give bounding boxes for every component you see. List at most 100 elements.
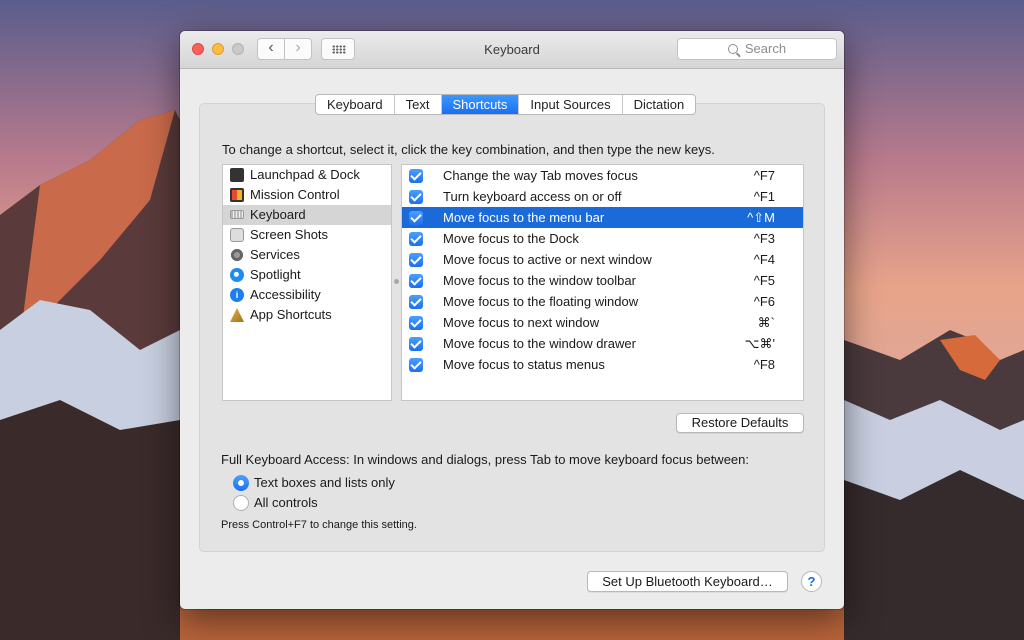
forward-button[interactable]: › bbox=[284, 38, 312, 60]
category-spotlight[interactable]: Spotlight bbox=[223, 265, 391, 285]
shortcut-label: Move focus to the window toolbar bbox=[443, 273, 636, 288]
category-mission-control[interactable]: Mission Control bbox=[223, 185, 391, 205]
tab-bar: Keyboard Text Shortcuts Input Sources Di… bbox=[315, 94, 697, 115]
shortcut-keys[interactable]: ^F8 bbox=[754, 354, 775, 375]
shortcut-keys[interactable]: ^F6 bbox=[754, 291, 775, 312]
shortcut-checkbox[interactable] bbox=[409, 358, 423, 372]
radio-label: Text boxes and lists only bbox=[254, 475, 395, 490]
shortcut-keys[interactable]: ^⇧M bbox=[747, 207, 775, 228]
category-list[interactable]: Launchpad & Dock Mission Control Keyboar… bbox=[222, 164, 392, 401]
shortcut-checkbox[interactable] bbox=[409, 316, 423, 330]
shortcut-row[interactable]: Move focus to status menus ^F8 bbox=[402, 354, 803, 375]
shortcut-checkbox[interactable] bbox=[409, 190, 423, 204]
close-button[interactable] bbox=[192, 43, 204, 55]
title-bar: ‹ › Keyboard Search bbox=[180, 31, 844, 69]
category-keyboard[interactable]: Keyboard bbox=[223, 205, 391, 225]
app-shortcuts-icon bbox=[230, 308, 244, 322]
shortcut-label: Move focus to active or next window bbox=[443, 252, 652, 267]
shortcut-keys[interactable]: ⌥⌘' bbox=[745, 333, 775, 354]
shortcut-keys[interactable]: ^F1 bbox=[754, 186, 775, 207]
shortcut-checkbox[interactable] bbox=[409, 295, 423, 309]
shortcut-row[interactable]: Move focus to the window toolbar ^F5 bbox=[402, 270, 803, 291]
shortcut-label: Move focus to next window bbox=[443, 315, 600, 330]
tab-text[interactable]: Text bbox=[393, 95, 441, 114]
tab-dictation[interactable]: Dictation bbox=[621, 95, 696, 114]
zoom-button[interactable] bbox=[232, 43, 244, 55]
category-launchpad-dock[interactable]: Launchpad & Dock bbox=[223, 165, 391, 185]
tab-input-sources[interactable]: Input Sources bbox=[518, 95, 621, 114]
shortcut-label: Move focus to the menu bar bbox=[443, 210, 605, 225]
shortcut-checkbox[interactable] bbox=[409, 274, 423, 288]
shortcut-row[interactable]: Turn keyboard access on or off ^F1 bbox=[402, 186, 803, 207]
keyboard-preferences-window: ‹ › Keyboard Search Keyboard Text Shortc… bbox=[180, 31, 844, 609]
keyboard-icon bbox=[230, 210, 244, 219]
category-label: Keyboard bbox=[250, 207, 306, 222]
help-button[interactable]: ? bbox=[801, 571, 822, 592]
category-accessibility[interactable]: i Accessibility bbox=[223, 285, 391, 305]
shortcut-row[interactable]: Move focus to next window ⌘` bbox=[402, 312, 803, 333]
grid-icon bbox=[332, 45, 346, 54]
tab-keyboard[interactable]: Keyboard bbox=[316, 95, 394, 114]
screenshot-icon bbox=[230, 228, 244, 242]
hint-text: Press Control+F7 to change this setting. bbox=[221, 519, 417, 531]
shortcut-checkbox[interactable] bbox=[409, 337, 423, 351]
radio-button[interactable] bbox=[233, 495, 249, 511]
shortcut-row[interactable]: Move focus to the floating window ^F6 bbox=[402, 291, 803, 312]
shortcut-keys[interactable]: ^F5 bbox=[754, 270, 775, 291]
shortcut-label: Move focus to status menus bbox=[443, 357, 605, 372]
shortcut-row[interactable]: Change the way Tab moves focus ^F7 bbox=[402, 165, 803, 186]
mission-control-icon bbox=[230, 188, 244, 202]
launchpad-icon bbox=[230, 168, 244, 182]
question-icon: ? bbox=[807, 574, 816, 589]
show-all-button[interactable] bbox=[321, 38, 355, 60]
shortcut-label: Change the way Tab moves focus bbox=[443, 168, 638, 183]
back-button[interactable]: ‹ bbox=[257, 38, 285, 60]
radio-text-boxes-lists[interactable]: Text boxes and lists only bbox=[233, 474, 395, 492]
full-keyboard-access-label: Full Keyboard Access: In windows and dia… bbox=[221, 452, 749, 467]
gear-icon bbox=[230, 248, 244, 262]
split-view-handle[interactable] bbox=[394, 279, 399, 284]
chevron-left-icon: ‹ bbox=[268, 39, 274, 56]
category-screen-shots[interactable]: Screen Shots bbox=[223, 225, 391, 245]
category-label: Spotlight bbox=[250, 267, 301, 282]
category-label: Mission Control bbox=[250, 187, 340, 202]
shortcut-keys[interactable]: ⌘` bbox=[758, 312, 775, 333]
shortcut-checkbox[interactable] bbox=[409, 253, 423, 267]
chevron-right-icon: › bbox=[295, 39, 301, 56]
category-services[interactable]: Services bbox=[223, 245, 391, 265]
shortcut-row-selected[interactable]: Move focus to the menu bar ^⇧M bbox=[402, 207, 803, 228]
shortcut-label: Move focus to the window drawer bbox=[443, 336, 636, 351]
restore-defaults-button[interactable]: Restore Defaults bbox=[676, 413, 804, 433]
accessibility-icon: i bbox=[230, 288, 244, 302]
setup-bluetooth-keyboard-button[interactable]: Set Up Bluetooth Keyboard… bbox=[587, 571, 788, 592]
shortcut-row[interactable]: Move focus to the Dock ^F3 bbox=[402, 228, 803, 249]
category-app-shortcuts[interactable]: App Shortcuts bbox=[223, 305, 391, 325]
spotlight-icon bbox=[230, 268, 244, 282]
shortcut-row[interactable]: Move focus to active or next window ^F4 bbox=[402, 249, 803, 270]
shortcut-label: Move focus to the floating window bbox=[443, 294, 639, 309]
shortcut-label: Move focus to the Dock bbox=[443, 231, 579, 246]
radio-button-selected[interactable] bbox=[233, 475, 249, 491]
tab-shortcuts[interactable]: Shortcuts bbox=[440, 95, 519, 114]
shortcut-list[interactable]: Change the way Tab moves focus ^F7 Turn … bbox=[401, 164, 804, 401]
category-label: Accessibility bbox=[250, 287, 321, 302]
search-field[interactable]: Search bbox=[677, 38, 837, 60]
search-placeholder: Search bbox=[744, 41, 787, 56]
category-label: Services bbox=[250, 247, 300, 262]
category-label: Launchpad & Dock bbox=[250, 167, 360, 182]
instructions-text: To change a shortcut, select it, click t… bbox=[222, 142, 715, 157]
shortcut-keys[interactable]: ^F7 bbox=[754, 165, 775, 186]
radio-all-controls[interactable]: All controls bbox=[233, 494, 318, 512]
radio-label: All controls bbox=[254, 495, 318, 510]
category-label: Screen Shots bbox=[250, 227, 329, 242]
shortcut-keys[interactable]: ^F4 bbox=[754, 249, 775, 270]
magnifier-icon bbox=[727, 44, 738, 54]
shortcut-label: Turn keyboard access on or off bbox=[443, 189, 622, 204]
shortcut-checkbox[interactable] bbox=[409, 169, 423, 183]
minimize-button[interactable] bbox=[212, 43, 224, 55]
shortcut-checkbox[interactable] bbox=[409, 211, 423, 225]
category-label: App Shortcuts bbox=[250, 307, 332, 322]
shortcut-checkbox[interactable] bbox=[409, 232, 423, 246]
shortcut-row[interactable]: Move focus to the window drawer ⌥⌘' bbox=[402, 333, 803, 354]
shortcut-keys[interactable]: ^F3 bbox=[754, 228, 775, 249]
